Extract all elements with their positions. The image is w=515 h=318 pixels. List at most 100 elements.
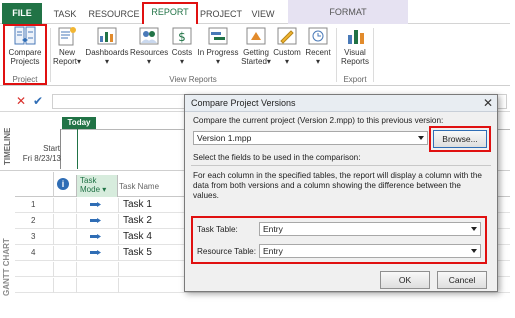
column-divider [76, 262, 77, 277]
custom-icon [277, 27, 297, 45]
compare-intro-text: Compare the current project (Version 2.m… [193, 116, 444, 125]
costs-button[interactable]: $ Costs ▾ [169, 26, 195, 66]
resources-label: Resources [130, 48, 169, 57]
ribbon: Compare Projects Project New Report▾ Das… [0, 24, 510, 86]
column-divider [118, 214, 119, 229]
dashboards-label: Dashboards [85, 48, 129, 57]
task-mode-header[interactable]: Task Mode ▾ [76, 175, 118, 197]
in-progress-button[interactable]: In Progress ▾ [196, 26, 240, 66]
highlight-table-fields [191, 216, 487, 264]
today-line [77, 129, 78, 169]
new-report-button[interactable]: New Report▾ [52, 26, 82, 66]
new-label-line1: New [58, 48, 75, 57]
highlight-browse [429, 126, 491, 152]
info-icon: i [57, 178, 69, 190]
task-mode-header-line1: Task [80, 176, 97, 185]
tab-task[interactable]: TASK [50, 4, 80, 24]
getting-started-label-line2: Started▾ [241, 57, 271, 66]
dialog-title: Compare Project Versions [185, 95, 497, 112]
cancel-button[interactable]: Cancel [437, 271, 487, 289]
ok-button[interactable]: OK [380, 271, 430, 289]
close-icon[interactable]: ✕ [483, 96, 493, 110]
task-name-cell[interactable]: Task 5 [123, 247, 152, 258]
group-label-view-reports: View Reports [169, 75, 217, 84]
tab-resource[interactable]: RESOURCE [86, 4, 142, 24]
explanation-line-3: values. [193, 191, 219, 200]
visual-reports-label-line2: Reports [340, 57, 369, 66]
column-divider [53, 246, 54, 261]
column-divider [76, 198, 77, 213]
recent-button[interactable]: Recent ▾ [303, 26, 333, 66]
column-divider [76, 246, 77, 261]
column-divider [118, 262, 119, 277]
column-divider [118, 278, 119, 293]
getting-started-icon [246, 27, 266, 45]
costs-label: Costs [171, 48, 193, 57]
getting-started-label-text: Started [241, 57, 267, 66]
task-name-cell[interactable]: Task 4 [123, 231, 152, 242]
in-progress-label: In Progress [197, 48, 239, 57]
column-divider [53, 230, 54, 245]
ribbon-tab-bar: FILE TASK RESOURCE REPORT PROJECT VIEW F… [0, 0, 510, 24]
getting-started-chevron-down-icon: ▾ [266, 57, 271, 66]
resources-chevron-down-icon: ▾ [146, 57, 151, 66]
getting-started-button[interactable]: Getting Started▾ [241, 26, 271, 66]
column-divider [76, 230, 77, 245]
timeline-start-date: Fri 8/23/13 [22, 154, 61, 163]
visual-reports-icon [348, 30, 364, 44]
costs-chevron-down-icon: ▾ [179, 57, 184, 66]
row-number: 1 [31, 200, 36, 209]
today-marker: Today [62, 117, 96, 129]
tab-file[interactable]: FILE [2, 3, 42, 24]
column-divider [118, 246, 119, 261]
timeline-side-label: TIMELINE [3, 127, 12, 165]
accept-entry-icon[interactable]: ✔ [33, 94, 43, 108]
new-label-line2: Report▾ [52, 57, 82, 66]
row-number: 3 [31, 232, 36, 241]
tab-view[interactable]: VIEW [248, 4, 278, 24]
auto-scheduled-icon [90, 234, 101, 239]
timeline-start-marker [60, 129, 62, 169]
recent-icon [308, 27, 328, 45]
previous-version-select[interactable]: Version 1.mpp [193, 131, 428, 145]
visual-reports-button[interactable]: Visual Reports [339, 26, 371, 66]
tab-format[interactable]: FORMAT [288, 0, 408, 24]
column-divider [118, 230, 119, 245]
auto-scheduled-icon [90, 218, 101, 223]
highlight-compare-projects [3, 24, 47, 85]
custom-chevron-down-icon: ▾ [284, 57, 289, 66]
dashboards-button[interactable]: Dashboards ▾ [85, 26, 129, 66]
column-divider [53, 262, 54, 277]
in-progress-chevron-down-icon: ▾ [215, 57, 220, 66]
recent-chevron-down-icon: ▾ [315, 57, 320, 66]
task-name-header[interactable]: Task Name [119, 182, 159, 191]
resources-button[interactable]: Resources ▾ [130, 26, 168, 66]
cancel-entry-icon[interactable]: ✕ [16, 94, 26, 108]
tab-report[interactable]: REPORT [142, 2, 198, 24]
task-name-cell[interactable]: Task 1 [123, 199, 152, 210]
ribbon-separator [373, 28, 374, 82]
costs-icon: $ [172, 27, 192, 45]
explanation-line-2: data from both versions and a column sho… [193, 181, 461, 190]
custom-button[interactable]: Custom ▾ [272, 26, 302, 66]
task-mode-header-line2: Mode ▾ [80, 185, 107, 194]
previous-version-value: Version 1.mpp [197, 133, 252, 143]
dialog-divider [191, 165, 491, 166]
recent-label: Recent [305, 48, 331, 57]
svg-text:$: $ [178, 30, 186, 44]
auto-scheduled-icon [90, 250, 101, 255]
task-name-cell[interactable]: Task 2 [123, 215, 152, 226]
ribbon-separator [336, 28, 337, 82]
group-label-export: Export [343, 75, 367, 84]
new-chevron-down-icon: ▾ [77, 57, 82, 66]
visual-reports-label-line1: Visual [344, 48, 366, 57]
column-divider [53, 278, 54, 293]
column-divider [53, 172, 54, 197]
compare-project-versions-dialog: Compare Project Versions ✕ Compare the c… [184, 94, 498, 292]
in-progress-icon [208, 27, 228, 45]
auto-scheduled-icon [90, 202, 101, 207]
new-report-icon [58, 27, 76, 46]
tab-project[interactable]: PROJECT [199, 4, 243, 24]
column-divider [76, 278, 77, 293]
ribbon-separator [50, 28, 51, 82]
